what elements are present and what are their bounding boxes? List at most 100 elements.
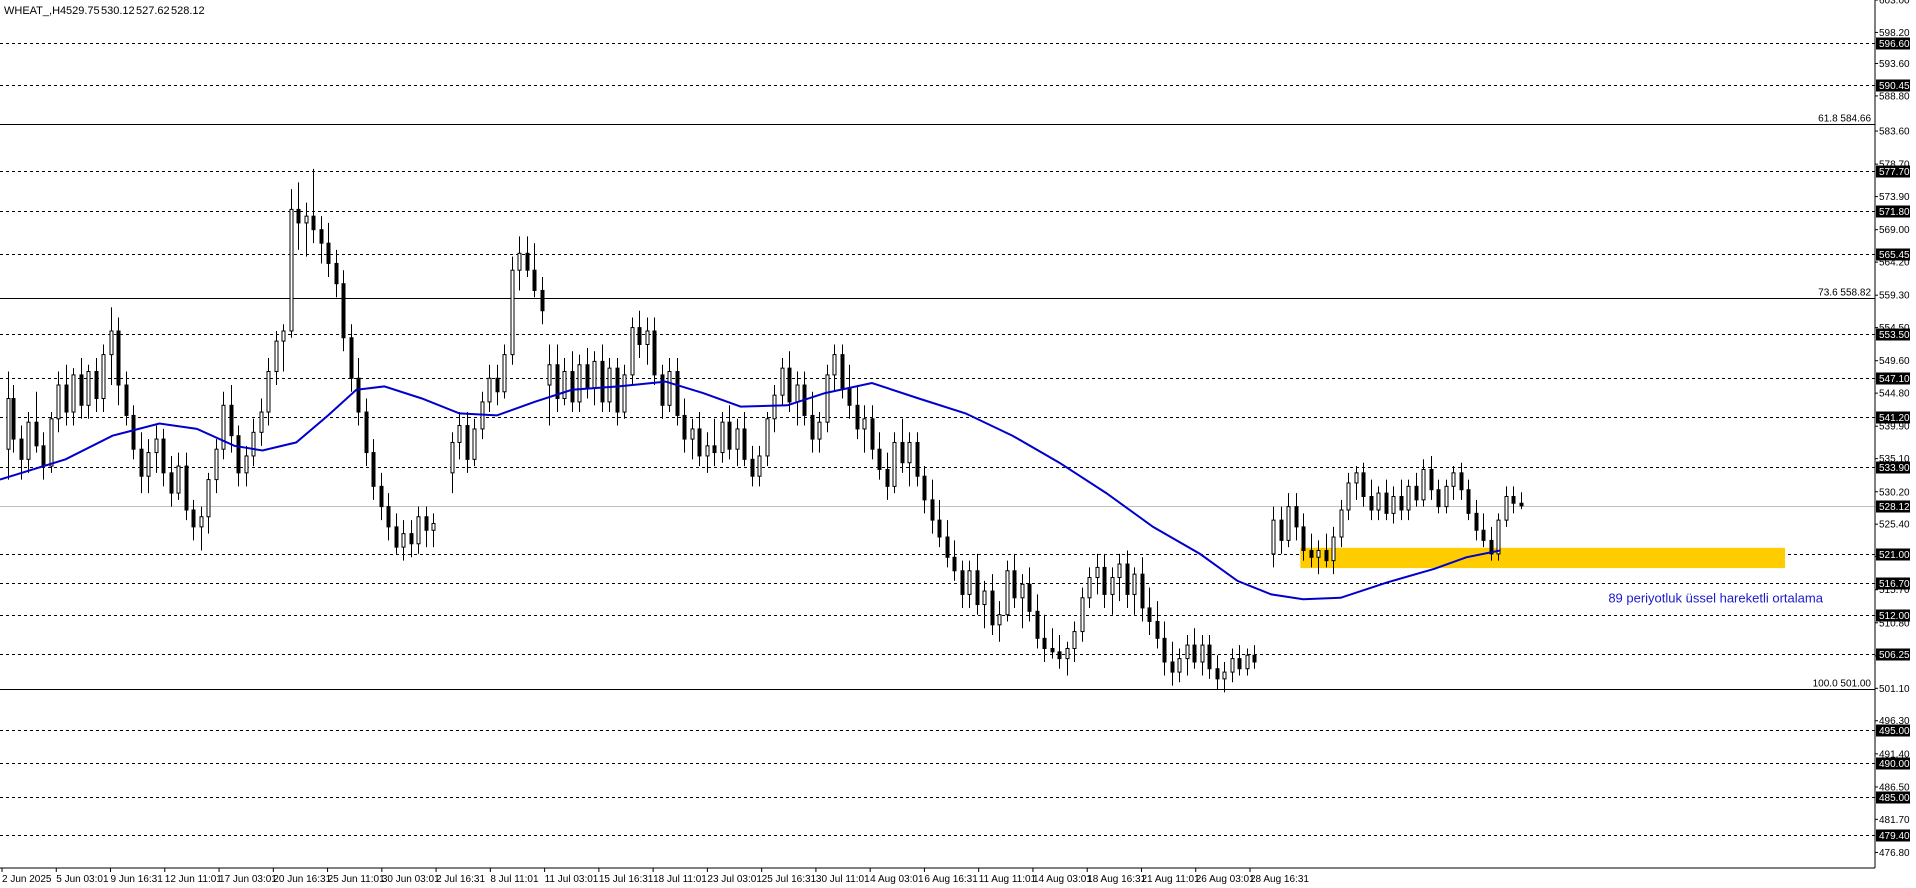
candle-down [952, 556, 957, 572]
candle-down [1279, 519, 1284, 541]
fib-label: 73.6 558.82 [1818, 288, 1871, 299]
candle-down [64, 384, 69, 413]
candle-down [750, 458, 755, 477]
time-tick-label: 9 Jun 16:31 [111, 874, 164, 885]
candle-up [832, 354, 837, 376]
candle-down [660, 374, 665, 406]
ohlc-high: 530.12 [101, 5, 135, 17]
candle-down [124, 384, 129, 416]
candle-down [1414, 485, 1419, 501]
candle-down [311, 215, 316, 231]
candle-down [922, 475, 927, 501]
candle-up [1185, 644, 1190, 660]
candle-down [525, 252, 530, 271]
candle-up [49, 418, 54, 467]
candle-up [1286, 506, 1291, 541]
candle-up [982, 590, 987, 606]
candle-down [900, 441, 905, 464]
price-tag: 571.80 [1879, 207, 1910, 218]
candle-up [667, 371, 672, 406]
time-tick-label: 11 Jul 03:01 [545, 874, 599, 885]
price-tick-label: 588.80 [1879, 91, 1910, 102]
candle-up [1496, 519, 1501, 555]
candle-down [236, 435, 241, 474]
candle-down [1361, 472, 1366, 497]
candle-up [214, 448, 219, 481]
candle-up [1339, 509, 1344, 538]
candle-down [19, 438, 24, 460]
time-tick-label: 23 Jul 03:01 [707, 874, 762, 885]
price-tag: 541.20 [1879, 413, 1910, 424]
time-tick-label: 15 Jul 16:31 [599, 874, 654, 885]
candle-down [1511, 495, 1516, 504]
candle-down [1237, 658, 1242, 670]
candle-down [1384, 492, 1389, 514]
candle-down [334, 262, 339, 285]
candle-up [457, 425, 462, 443]
candle-up [772, 394, 777, 420]
candle-down [349, 337, 354, 379]
price-tag: 596.60 [1879, 39, 1910, 50]
time-tick-label: 14 Aug 03:01 [1033, 874, 1092, 885]
time-tick-label: 21 Aug 11:01 [1141, 874, 1200, 885]
candle-down [1027, 583, 1032, 612]
price-tag: 485.00 [1879, 793, 1910, 804]
time-tick-label: 12 Jun 11:01 [165, 874, 223, 885]
candle-up [1110, 577, 1115, 595]
candle-down [94, 371, 99, 400]
time-tick-label: 30 Jun 03:01 [382, 874, 440, 885]
candle-up [1230, 658, 1235, 673]
candle-up [259, 411, 264, 433]
candle-down [540, 289, 545, 312]
candle-up [304, 215, 309, 224]
candle-up [862, 418, 867, 430]
support-zone [1300, 547, 1785, 569]
candle-down [11, 398, 16, 440]
candle-up [289, 208, 294, 332]
time-tick-label: 25 Jun 11:01 [328, 874, 386, 885]
price-tick-label: 569.00 [1879, 225, 1910, 236]
price-chart[interactable]: 61.8 584.66 73.6 558.82 100.0 501.00 603.0… [0, 0, 1916, 888]
candle-down [1301, 526, 1306, 552]
candle-up [450, 441, 455, 474]
price-tick-label: 559.30 [1879, 291, 1910, 302]
candle-up [1177, 658, 1182, 673]
candle-up [251, 431, 256, 457]
candle-up [56, 384, 61, 420]
candle-up [1132, 573, 1137, 595]
candle-up [1346, 482, 1351, 511]
price-tag: 577.70 [1879, 167, 1910, 178]
price-tick-label: 583.60 [1879, 127, 1910, 138]
candle-down [319, 229, 324, 244]
candle-up [1200, 644, 1205, 663]
candle-up [221, 404, 226, 450]
candle-up [274, 340, 279, 373]
time-tick-label: 17 Jun 03:01 [219, 874, 277, 885]
candle-down [191, 509, 196, 528]
candle-up [1072, 631, 1077, 649]
candle-down [394, 526, 399, 548]
candle-down [877, 448, 882, 470]
candle-down [229, 404, 234, 437]
time-tick-label: 5 Jun 03:01 [56, 874, 109, 885]
price-tag: 512.00 [1879, 611, 1910, 622]
candle-up [592, 360, 597, 389]
candle-down [356, 377, 361, 413]
candle-down [847, 387, 852, 406]
candle-up [416, 516, 421, 545]
candle-up [577, 364, 582, 403]
candle-up [1080, 597, 1085, 633]
candle-up [645, 330, 650, 345]
candle-up [1271, 519, 1276, 555]
candle-up [562, 371, 567, 400]
candle-down [371, 452, 376, 487]
price-tick-label: 481.70 [1879, 815, 1910, 826]
candle-down [1466, 489, 1471, 514]
candle-down [870, 418, 875, 450]
time-tick-label: 20 Jun 16:31 [273, 874, 331, 885]
candle-up [6, 398, 11, 450]
candle-up [735, 428, 740, 450]
candle-up [487, 377, 492, 403]
price-tag: 516.70 [1879, 579, 1910, 590]
fib-label: 100.0 501.00 [1813, 679, 1872, 690]
